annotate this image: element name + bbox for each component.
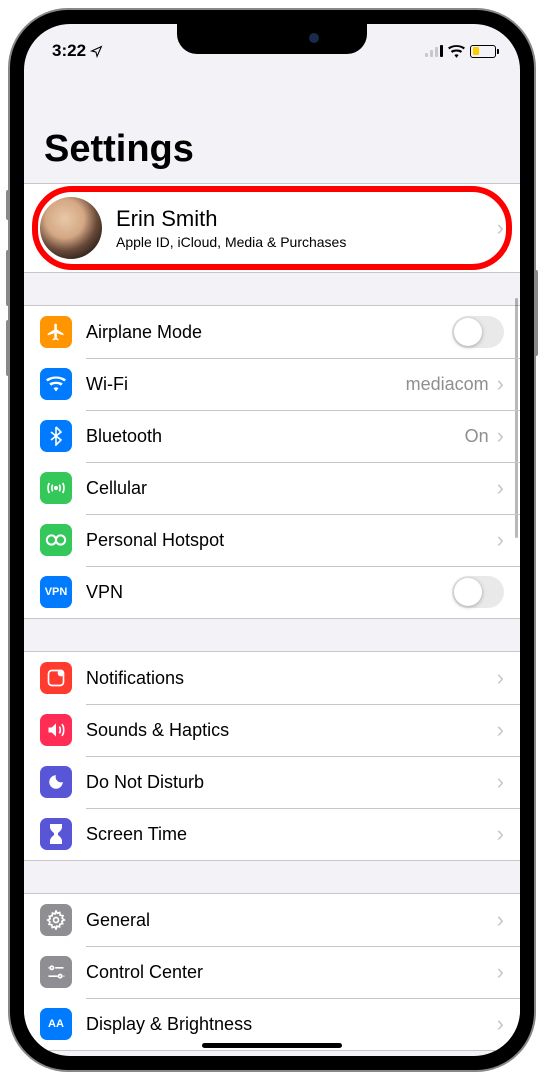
- battery-icon: [470, 45, 496, 58]
- sounds-icon: [40, 714, 72, 746]
- chevron-right-icon: ›: [497, 215, 504, 241]
- screentime-row[interactable]: Screen Time ›: [24, 808, 520, 860]
- airplane-mode-row[interactable]: Airplane Mode: [24, 306, 520, 358]
- status-left: 3:22: [52, 41, 103, 61]
- chevron-right-icon: ›: [497, 423, 504, 449]
- dnd-row[interactable]: Do Not Disturb ›: [24, 756, 520, 808]
- power-button: [534, 270, 538, 356]
- battery-fill: [473, 47, 479, 55]
- avatar: [40, 197, 102, 259]
- row-label: Notifications: [86, 668, 497, 689]
- cellular-signal-icon: [425, 45, 443, 57]
- vpn-toggle[interactable]: [452, 576, 504, 608]
- status-time: 3:22: [52, 41, 86, 61]
- profile-subtitle: Apple ID, iCloud, Media & Purchases: [116, 234, 497, 250]
- wifi-row[interactable]: Wi-Fi mediacom ›: [24, 358, 520, 410]
- screen: 3:22: [24, 24, 520, 1056]
- chevron-right-icon: ›: [497, 527, 504, 553]
- hotspot-row[interactable]: Personal Hotspot ›: [24, 514, 520, 566]
- alerts-section: Notifications › Sounds & Haptics › Do No…: [24, 651, 520, 861]
- row-label: Screen Time: [86, 824, 497, 845]
- chevron-right-icon: ›: [497, 769, 504, 795]
- control-center-row[interactable]: Control Center ›: [24, 946, 520, 998]
- chevron-right-icon: ›: [497, 1011, 504, 1037]
- row-label: Sounds & Haptics: [86, 720, 497, 741]
- row-label: Display & Brightness: [86, 1014, 497, 1035]
- row-label: Airplane Mode: [86, 322, 452, 343]
- chevron-right-icon: ›: [497, 665, 504, 691]
- chevron-right-icon: ›: [497, 959, 504, 985]
- row-label: General: [86, 910, 497, 931]
- row-label: Control Center: [86, 962, 497, 983]
- row-value: mediacom: [406, 374, 489, 395]
- airplane-toggle[interactable]: [452, 316, 504, 348]
- row-label: VPN: [86, 582, 452, 603]
- chevron-right-icon: ›: [497, 371, 504, 397]
- location-icon: [90, 45, 103, 58]
- volume-up-button: [6, 250, 10, 306]
- profile-section: Erin Smith Apple ID, iCloud, Media & Pur…: [24, 183, 520, 273]
- vpn-icon: VPN: [40, 576, 72, 608]
- wifi-settings-icon: [40, 368, 72, 400]
- general-icon: [40, 904, 72, 936]
- bluetooth-icon: [40, 420, 72, 452]
- sounds-row[interactable]: Sounds & Haptics ›: [24, 704, 520, 756]
- row-value: On: [465, 426, 489, 447]
- row-label: Bluetooth: [86, 426, 465, 447]
- notch: [177, 24, 367, 54]
- page-title: Settings: [24, 68, 520, 183]
- row-label: Wi-Fi: [86, 374, 406, 395]
- profile-text: Erin Smith Apple ID, iCloud, Media & Pur…: [116, 206, 497, 250]
- bluetooth-row[interactable]: Bluetooth On ›: [24, 410, 520, 462]
- screentime-icon: [40, 818, 72, 850]
- chevron-right-icon: ›: [497, 717, 504, 743]
- phone-frame: 3:22: [10, 10, 534, 1070]
- connectivity-section: Airplane Mode Wi-Fi mediacom › Bluetooth: [24, 305, 520, 619]
- general-row[interactable]: General ›: [24, 894, 520, 946]
- row-label: Personal Hotspot: [86, 530, 497, 551]
- chevron-right-icon: ›: [497, 907, 504, 933]
- display-icon-text: AA: [48, 1018, 64, 1030]
- profile-name: Erin Smith: [116, 206, 497, 232]
- dnd-icon: [40, 766, 72, 798]
- row-label: Do Not Disturb: [86, 772, 497, 793]
- notifications-icon: [40, 662, 72, 694]
- cellular-icon: [40, 472, 72, 504]
- airplane-icon: [40, 316, 72, 348]
- notifications-row[interactable]: Notifications ›: [24, 652, 520, 704]
- home-indicator[interactable]: [202, 1043, 342, 1048]
- row-label: Cellular: [86, 478, 497, 499]
- status-right: [425, 45, 496, 58]
- general-section: General › Control Center › AA Display & …: [24, 893, 520, 1051]
- chevron-right-icon: ›: [497, 821, 504, 847]
- vpn-row[interactable]: VPN VPN: [24, 566, 520, 618]
- hotspot-icon: [40, 524, 72, 556]
- display-icon: AA: [40, 1008, 72, 1040]
- wifi-icon: [448, 45, 465, 58]
- vpn-icon-text: VPN: [45, 586, 68, 598]
- control-center-icon: [40, 956, 72, 988]
- volume-down-button: [6, 320, 10, 376]
- mute-switch: [6, 190, 10, 220]
- apple-id-row[interactable]: Erin Smith Apple ID, iCloud, Media & Pur…: [24, 184, 520, 272]
- cellular-row[interactable]: Cellular ›: [24, 462, 520, 514]
- chevron-right-icon: ›: [497, 475, 504, 501]
